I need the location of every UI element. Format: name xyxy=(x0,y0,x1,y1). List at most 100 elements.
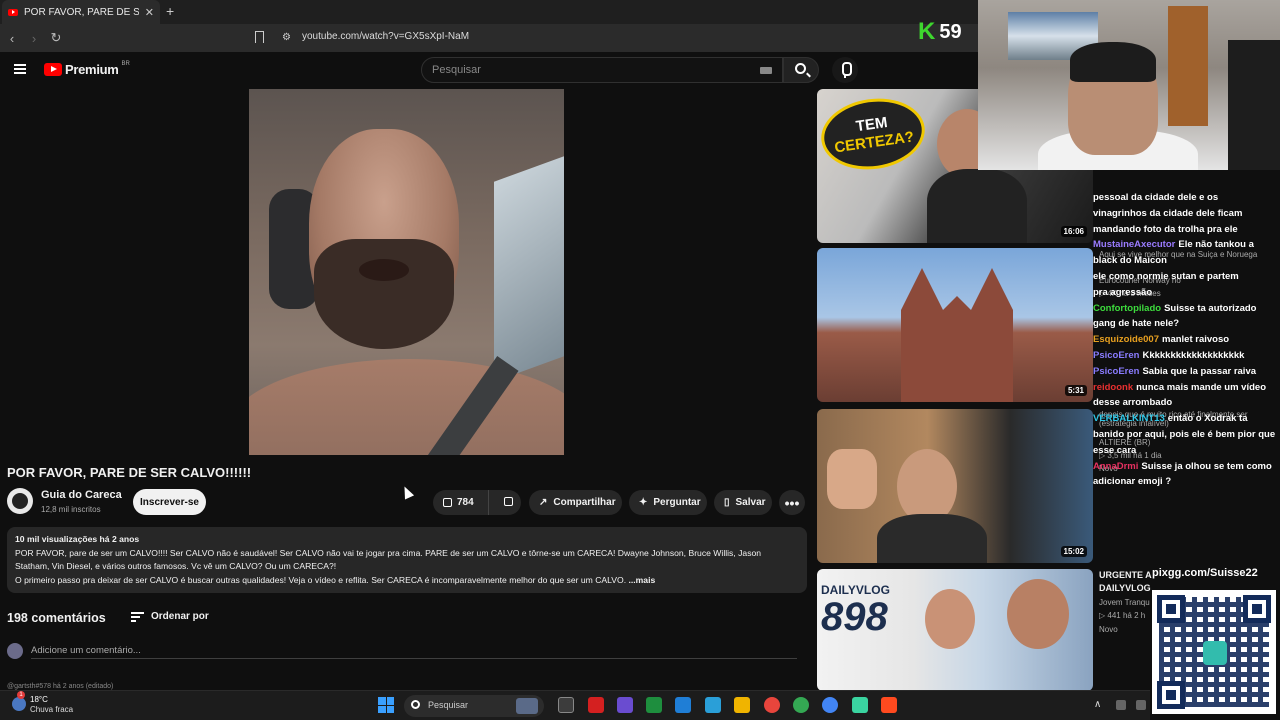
weather-icon[interactable] xyxy=(12,697,26,711)
vpn-app-icon[interactable] xyxy=(617,697,633,713)
youtube-header: Premium BR Pesquisar xyxy=(0,52,980,88)
chrome-profile-icon[interactable] xyxy=(793,697,809,713)
recommended-video-title[interactable]: DAILYVLOG xyxy=(1099,583,1151,593)
back-button[interactable]: ‹ xyxy=(2,31,22,46)
k-count: 59 xyxy=(939,20,962,43)
user-avatar xyxy=(7,643,23,659)
windows-start-icon[interactable] xyxy=(378,697,394,713)
channel-name[interactable]: Guia do Careca xyxy=(41,489,122,501)
notification-badge: 1 xyxy=(17,691,25,699)
taskbar-search[interactable]: Pesquisar xyxy=(404,695,544,717)
mic-tray-icon[interactable] xyxy=(1136,700,1146,710)
chat-username[interactable]: MustaineAxecutor xyxy=(1093,239,1175,250)
sparkle-icon: ✦ xyxy=(639,497,648,508)
ask-button[interactable]: ✦ Perguntar xyxy=(629,490,707,515)
save-button[interactable]: ▯ Salvar xyxy=(714,490,772,515)
add-comment-input[interactable]: Adicione um comentário... xyxy=(31,645,797,659)
description-box[interactable]: 10 mil visualizações há 2 anos POR FAVOR… xyxy=(7,527,807,593)
chat-username[interactable]: AnnaDrmi xyxy=(1093,461,1138,472)
site-settings-icon[interactable]: ⚙ xyxy=(282,32,291,43)
recommended-views: ▷ 441 há 2 h xyxy=(1099,611,1146,620)
chat-username[interactable]: reidoonk xyxy=(1093,382,1133,393)
weather-temperature: 18°C xyxy=(30,695,48,704)
like-dislike-group: 784 xyxy=(433,490,521,515)
thumbnail-text: 898 xyxy=(821,595,888,639)
hamburger-menu-icon[interactable] xyxy=(14,64,26,74)
address-bar: ‹ › ↻ ⚙ youtube.com/watch?v=GX5sXpI-NaM xyxy=(0,24,980,52)
chat-message: PsicoEren Kkkkkkkkkkkkkkkkkkk xyxy=(1093,348,1280,364)
more-actions-button[interactable]: ••• xyxy=(779,490,805,515)
file-explorer-icon[interactable] xyxy=(734,697,750,713)
recommended-video-thumbnail[interactable]: 15:02 xyxy=(817,409,1093,563)
qr-code-icon xyxy=(1152,590,1276,714)
video-player[interactable] xyxy=(249,89,564,455)
search-button[interactable] xyxy=(783,57,819,83)
media-app-icon[interactable] xyxy=(588,697,604,713)
voice-search-button[interactable] xyxy=(832,57,858,83)
forward-button[interactable]: › xyxy=(24,31,44,46)
chat-message: ele como normie sutan e partem xyxy=(1093,269,1280,285)
mouse-cursor-icon xyxy=(399,484,415,500)
show-more-link[interactable]: ...mais xyxy=(628,575,655,585)
search-icon xyxy=(795,63,806,74)
network-icon[interactable] xyxy=(1116,700,1126,710)
recommended-video-thumbnail[interactable]: DAILYVLOG 898 xyxy=(817,569,1093,691)
chat-text: manlet raivoso xyxy=(1162,334,1230,346)
browser-tab[interactable]: POR FAVOR, PARE DE SER CALVO ✕ xyxy=(2,0,160,24)
streamer-hair xyxy=(1070,42,1156,82)
close-tab-icon[interactable]: ✕ xyxy=(145,6,154,19)
qr-finder xyxy=(1243,595,1271,623)
browser-tab-bar: POR FAVOR, PARE DE SER CALVO ✕ + xyxy=(0,0,980,24)
bookmark-icon[interactable] xyxy=(255,31,264,43)
search-input[interactable]: Pesquisar xyxy=(421,57,783,83)
chat-username[interactable]: PsicoEren xyxy=(1093,366,1139,377)
tab-title: POR FAVOR, PARE DE SER CALVO xyxy=(24,6,139,18)
recommended-video-thumbnail[interactable]: 5:31 xyxy=(817,248,1093,402)
url-field[interactable]: youtube.com/watch?v=GX5sXpI-NaM xyxy=(302,31,469,42)
xbox-icon[interactable] xyxy=(646,697,662,713)
comments-count: 198 comentários xyxy=(7,611,106,625)
search-placeholder: Pesquisar xyxy=(432,64,481,76)
brave-icon[interactable] xyxy=(881,697,897,713)
chat-text: mandando foto da trolha pra ele xyxy=(1093,223,1238,235)
new-tab-button[interactable]: + xyxy=(166,3,174,19)
sort-icon[interactable] xyxy=(131,612,144,622)
chat-username[interactable]: Esquizoide007 xyxy=(1093,334,1159,345)
subscriber-count: 12,8 mil inscritos xyxy=(41,505,101,514)
thumbnail-badge: DAILYVLOG 898 xyxy=(821,583,890,637)
chat-username[interactable]: Confortopilado xyxy=(1093,303,1161,314)
recommended-video-title[interactable]: URGENTE A xyxy=(1099,570,1152,580)
tray-expand-icon[interactable]: ∧ xyxy=(1094,699,1101,710)
share-button[interactable]: ↗ Compartilhar xyxy=(529,490,622,515)
chat-message: reidoonk nunca mais mande um vídeo desse … xyxy=(1093,380,1280,412)
reload-button[interactable]: ↻ xyxy=(46,30,66,46)
youtube-logo[interactable]: Premium BR xyxy=(44,61,130,77)
thumbnail-person xyxy=(897,449,957,524)
chat-text: pra agressão xyxy=(1093,286,1153,298)
dislike-button[interactable] xyxy=(495,496,521,509)
k-counter-badge: K 59 xyxy=(918,18,962,46)
notepad-icon[interactable] xyxy=(675,697,691,713)
calculator-icon[interactable] xyxy=(705,697,721,713)
task-view-icon[interactable] xyxy=(558,697,574,713)
chat-username[interactable]: VERBALKINT13 xyxy=(1093,413,1165,424)
chrome-icon[interactable] xyxy=(764,697,780,713)
discord-icon[interactable] xyxy=(852,697,868,713)
ask-label: Perguntar xyxy=(653,497,701,508)
chat-message: MustaineAxecutor Ele não tankou a black d… xyxy=(1093,237,1280,269)
recommended-channel: Jovem Tranqu xyxy=(1099,598,1150,607)
view-count-date: 10 mil visualizações há 2 anos xyxy=(15,534,140,544)
chat-message: pra agressão xyxy=(1093,285,1280,301)
sort-comments-button[interactable]: Ordenar por xyxy=(151,611,209,622)
video-person-beard xyxy=(314,239,454,349)
channel-avatar[interactable] xyxy=(7,488,33,514)
qr-finder xyxy=(1157,681,1185,709)
like-button[interactable]: 784 xyxy=(433,490,490,515)
chat-username[interactable]: PsicoEren xyxy=(1093,350,1139,361)
k-letter: K xyxy=(918,18,936,45)
qr-finder xyxy=(1157,595,1185,623)
subscribe-button[interactable]: Inscrever-se xyxy=(133,489,206,515)
description-line: POR FAVOR, pare de ser um CALVO!!!! Ser … xyxy=(15,547,762,558)
keyboard-icon[interactable] xyxy=(760,67,772,74)
chrome-profile-2-icon[interactable] xyxy=(822,697,838,713)
